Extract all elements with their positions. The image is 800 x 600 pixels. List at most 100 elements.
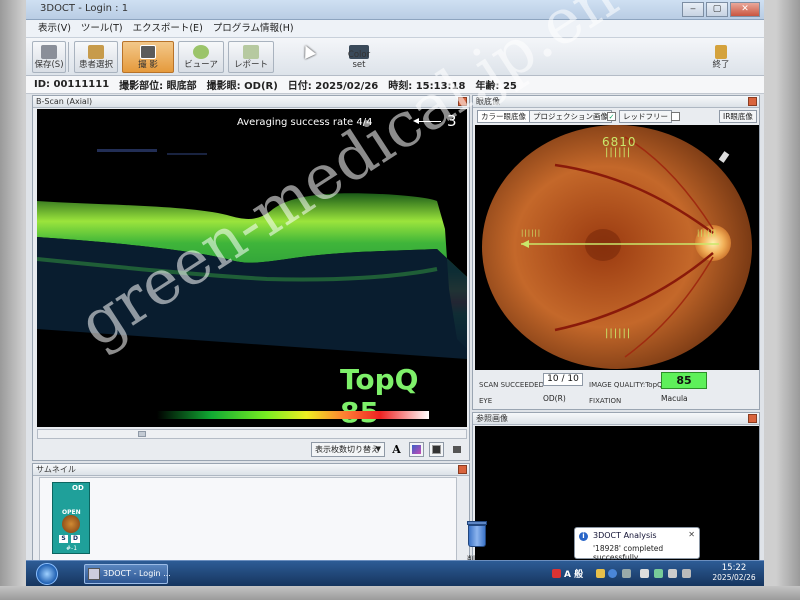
floppy-icon — [41, 45, 57, 59]
ime-indicator[interactable]: A 般 — [564, 567, 583, 580]
red-free-checkbox[interactable] — [671, 112, 680, 121]
exit-button[interactable]: 終了 — [706, 41, 736, 73]
network-icon[interactable] — [640, 569, 649, 578]
bscan-panel-header: B-Scan (Axial) — [33, 96, 469, 108]
bscan-panel: B-Scan (Axial) Averaging success rate 4/… — [32, 95, 470, 461]
app-icon — [88, 568, 100, 580]
camera-icon — [140, 45, 156, 59]
bscan-scrollbar[interactable] — [37, 429, 467, 439]
report-button[interactable]: レポート — [228, 41, 274, 73]
fixation-label: FIXATION — [589, 397, 622, 405]
close-button[interactable]: ✕ — [730, 2, 760, 17]
thumbnail-card[interactable]: OD OPEN S D #-1 — [52, 482, 90, 554]
display-count-switch-dropdown[interactable]: 表示枚数切り替え ▼ — [311, 442, 385, 457]
viewer-label: ビューア — [184, 60, 218, 70]
panel-minimize-icon[interactable] — [458, 465, 467, 474]
caps-icon[interactable] — [622, 569, 631, 578]
system-tray: A 般 — [552, 565, 702, 583]
text-tool-button[interactable]: A — [389, 442, 404, 457]
scan-ticks-top: |||||| — [605, 147, 632, 158]
thumbnail-index: #-1 — [66, 545, 78, 552]
trash-body — [468, 525, 486, 547]
mouse-cursor-icon — [300, 43, 316, 59]
close-icon[interactable]: ✕ — [688, 530, 695, 539]
patient-select-button[interactable]: 患者選択 — [74, 41, 118, 73]
palette-icon — [412, 445, 421, 454]
menu-tools[interactable]: ツール(T) — [81, 20, 123, 37]
eye-label: EYE — [479, 397, 493, 405]
thumbnail-title: サムネイル — [36, 465, 76, 474]
s-tag: S — [59, 535, 68, 543]
menu-help[interactable]: プログラム情報(H) — [213, 20, 294, 37]
menu-export[interactable]: エクスポート(E) — [133, 20, 203, 37]
color-scale-bar — [157, 411, 429, 419]
volume-icon[interactable] — [682, 569, 691, 578]
arrow-left-icon — [413, 118, 441, 124]
scan-ticks-right: |||||| — [697, 229, 718, 237]
notification-balloon[interactable]: i 3DOCT Analysis '18928' completed succe… — [574, 527, 700, 562]
panel-minimize-icon[interactable] — [748, 97, 757, 106]
fundus-stats: SCAN SUCCEEDED 10 / 10 IMAGE QUALITY:Top… — [477, 372, 759, 410]
layout-button[interactable] — [449, 442, 464, 457]
patient-info-bar: ID: 00111111 撮影部位: 眼底部 撮影眼: OD(R) 日付: 20… — [26, 76, 764, 94]
fundus-thumbnail-icon — [62, 515, 80, 533]
viewer-button[interactable]: ビューア — [178, 41, 224, 73]
reference-panel-header: 参照画像 — [473, 413, 759, 425]
eye-icon — [193, 45, 209, 59]
display-icon[interactable] — [668, 569, 677, 578]
save-label: 保存(S) — [34, 60, 64, 70]
taskbar: 3DOCT - Login ... A 般 15:22 2025/02/26 — [26, 560, 764, 586]
projection-checkbox[interactable]: ✓ — [607, 112, 616, 121]
menu-view[interactable]: 表示(V) — [38, 20, 71, 37]
tab-projection[interactable]: プロジェクション画像 — [529, 110, 612, 123]
reference-title: 参照画像 — [476, 414, 508, 423]
patients-icon — [88, 45, 104, 59]
capture-eye: 撮影眼: OD(R) — [206, 81, 278, 92]
tab-color-fundus[interactable]: カラー眼底像 — [477, 110, 530, 123]
tab-red-free[interactable]: レッドフリー — [619, 110, 672, 123]
color-mode-button[interactable] — [409, 442, 424, 457]
patient-age: 年齢: 25 — [475, 81, 517, 92]
screen: 3DOCT - Login : 1 ‒ ▢ ✕ 表示(V) ツール(T) エクス… — [26, 0, 764, 586]
title-bar: 3DOCT - Login : 1 ‒ ▢ ✕ — [26, 0, 764, 20]
alert-icon[interactable] — [552, 569, 561, 578]
taskbar-app-label: 3DOCT - Login ... — [103, 569, 171, 578]
capture-button[interactable]: 撮 影 — [122, 41, 174, 73]
panel-minimize-icon[interactable] — [458, 97, 467, 106]
fundus-title: 眼底像 — [476, 97, 500, 106]
capture-part: 撮影部位: 眼底部 — [119, 81, 197, 92]
grayscale-button[interactable] — [429, 442, 444, 457]
flag-icon[interactable] — [654, 569, 663, 578]
minimize-button[interactable]: ‒ — [682, 2, 704, 17]
save-button[interactable]: 保存(S) — [32, 41, 66, 73]
d-tag: D — [71, 535, 80, 543]
taskbar-app-item[interactable]: 3DOCT - Login ... — [84, 564, 171, 584]
bscan-image[interactable]: Averaging success rate 4/4 3 TopQ 85 — [37, 109, 467, 427]
toolbar: 保存(S) 患者選択 撮 影 ビューア レポート Color set 終了 — [26, 38, 764, 76]
start-button[interactable] — [36, 563, 58, 585]
report-label: レポート — [233, 60, 268, 70]
capture-time: 時刻: 15:13:18 — [388, 81, 466, 92]
fundus-panel: 眼底像 カラー眼底像 プロジェクション画像 ✓ レッドフリー IR眼底像 681… — [472, 95, 760, 410]
maximize-button[interactable]: ▢ — [706, 2, 728, 17]
annotation-number: 3 — [447, 112, 457, 130]
averaging-rate-text: Averaging success rate 4/4 — [237, 117, 373, 128]
delete-button[interactable] — [467, 519, 487, 549]
color-set-button[interactable]: Color set — [340, 41, 378, 73]
patient-select-label: 患者選択 — [78, 60, 113, 70]
clock-date: 2025/02/26 — [712, 573, 756, 582]
fundus-image[interactable]: 6810 |||||| |||||| |||||| |||||| — [475, 125, 759, 370]
ime-tool-icon[interactable] — [596, 569, 605, 578]
panel-minimize-icon[interactable] — [748, 414, 757, 423]
scrollbar-thumb[interactable] — [138, 431, 146, 437]
clock-time: 15:22 — [721, 563, 747, 573]
clock[interactable]: 15:22 2025/02/26 — [706, 563, 762, 582]
scan-count-value: 10 / 10 — [543, 373, 583, 386]
bscan-toolbar: 表示枚数切り替え ▼ A — [37, 441, 467, 459]
tab-ir-fundus[interactable]: IR眼底像 — [719, 110, 757, 123]
display-count-label: 表示枚数切り替え — [315, 445, 379, 454]
exit-label: 終了 — [712, 60, 730, 70]
fundus-panel-header: 眼底像 — [473, 96, 759, 108]
notification-title: 3DOCT Analysis — [593, 531, 657, 540]
help-icon[interactable] — [608, 569, 617, 578]
